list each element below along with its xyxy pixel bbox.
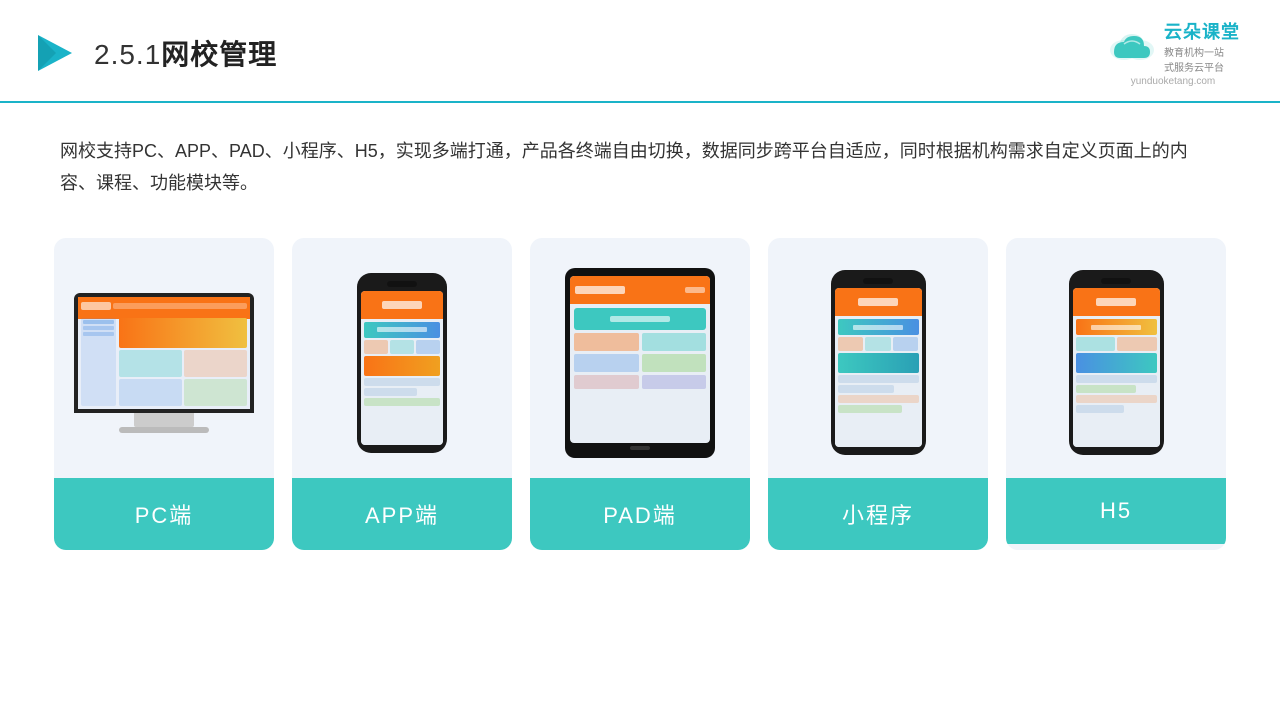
brand-url: yunduoketang.com bbox=[1131, 76, 1216, 87]
card-h5-label: H5 bbox=[1006, 478, 1226, 544]
card-pc-image bbox=[54, 238, 274, 478]
card-miniapp-label: 小程序 bbox=[768, 478, 988, 550]
cards-container: PC端 bbox=[0, 210, 1280, 550]
card-miniapp: 小程序 bbox=[768, 238, 988, 550]
card-pc: PC端 bbox=[54, 238, 274, 550]
phone-h5-icon bbox=[1069, 270, 1164, 455]
card-pad-label: PAD端 bbox=[530, 478, 750, 550]
card-h5-image bbox=[1006, 238, 1226, 478]
logo-arrow-icon bbox=[30, 29, 78, 77]
brand-logo: 云朵课堂 教育机构一站 式服务云平台 yunduoketang.com bbox=[1106, 18, 1240, 87]
header: 2.5.1网校管理 云朵课堂 教育机构一站 式服务云平台 bbox=[0, 0, 1280, 103]
card-miniapp-image bbox=[768, 238, 988, 478]
card-pad-image bbox=[530, 238, 750, 478]
card-app-image bbox=[292, 238, 512, 478]
tablet-pad-icon bbox=[565, 268, 715, 458]
cloud-icon bbox=[1106, 28, 1158, 64]
phone-app-icon bbox=[357, 273, 447, 453]
card-pad: PAD端 bbox=[530, 238, 750, 550]
brand-name: 云朵课堂 bbox=[1164, 18, 1240, 44]
header-left: 2.5.1网校管理 bbox=[30, 29, 277, 77]
brand-tagline: 教育机构一站 式服务云平台 bbox=[1164, 44, 1240, 74]
description: 网校支持PC、APP、PAD、小程序、H5，实现多端打通，产品各终端自由切换，数… bbox=[0, 103, 1280, 210]
phone-miniapp-icon bbox=[831, 270, 926, 455]
card-app: APP端 bbox=[292, 238, 512, 550]
card-app-label: APP端 bbox=[292, 478, 512, 550]
card-h5: H5 bbox=[1006, 238, 1226, 550]
header-right: 云朵课堂 教育机构一站 式服务云平台 yunduoketang.com bbox=[1106, 18, 1240, 87]
card-pc-label: PC端 bbox=[54, 478, 274, 550]
page-title: 2.5.1网校管理 bbox=[94, 33, 277, 73]
pc-monitor-icon bbox=[74, 293, 254, 433]
description-text: 网校支持PC、APP、PAD、小程序、H5，实现多端打通，产品各终端自由切换，数… bbox=[60, 135, 1220, 200]
